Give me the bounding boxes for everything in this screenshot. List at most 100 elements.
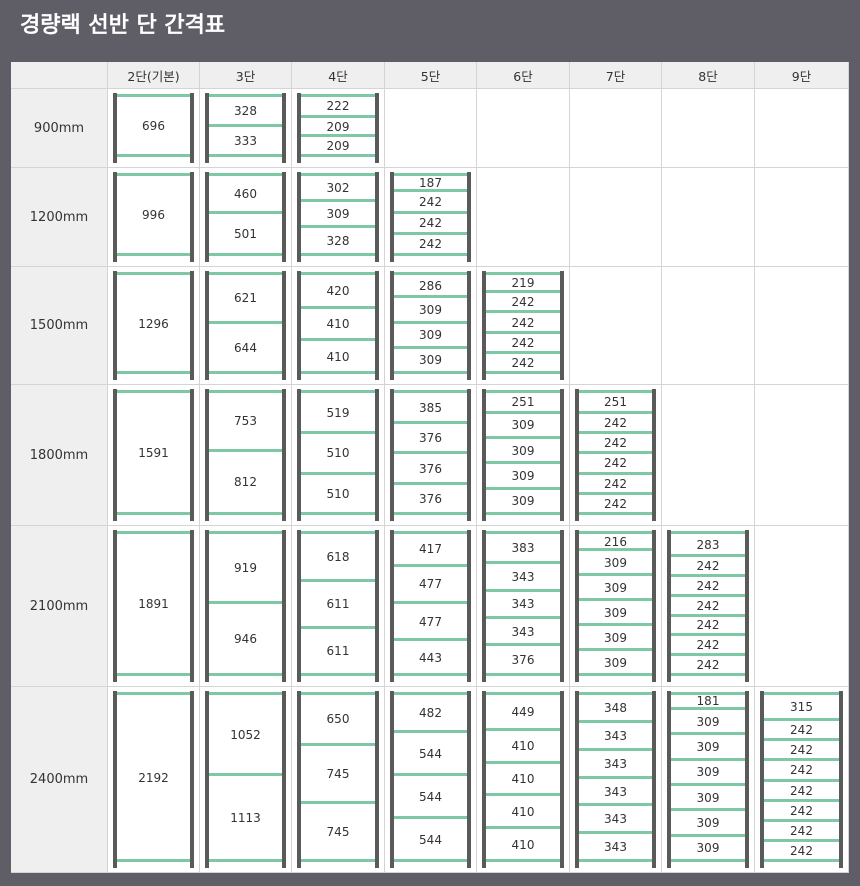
rack-diagram: 1891 [113, 530, 194, 682]
spacing-value: 309 [419, 302, 442, 317]
rack-diagram: 650 745 745 [297, 691, 379, 868]
spacing-value: 309 [696, 765, 720, 780]
spacing-value: 309 [511, 494, 535, 509]
shelf-board [394, 563, 467, 567]
spacing-value: 376 [419, 491, 442, 506]
shelf-board [486, 350, 560, 354]
spacing-value: 222 [326, 99, 350, 114]
spacing-value: 242 [790, 823, 813, 838]
rack-diagram: 996 [113, 172, 194, 262]
spacing-value: 460 [234, 187, 257, 202]
shelf-board [209, 154, 282, 157]
spacing-value: 417 [419, 542, 442, 557]
shelf-board [394, 692, 467, 695]
shelf-board [394, 345, 467, 349]
spacing-value: 383 [511, 541, 535, 556]
spacing-value: 410 [511, 804, 535, 819]
shelf-board [486, 673, 560, 676]
rack-diagram: 1296 [113, 271, 194, 380]
spacing-value: 753 [234, 414, 257, 429]
shelf-board [209, 673, 282, 676]
rack-diagram: 618 611 611 [297, 530, 379, 682]
shelf-board [301, 625, 375, 629]
row-header: 1800mm [11, 385, 107, 525]
rack-post-left [205, 691, 209, 868]
table-cell: 420 410 410 [292, 267, 384, 384]
shelf-board [579, 692, 652, 695]
column-header: 7단 [570, 62, 661, 88]
shelf-board [209, 272, 282, 275]
spacing-value: 242 [790, 763, 813, 778]
shelf-board [671, 613, 745, 617]
table-cell [570, 267, 661, 384]
shelf-board [764, 859, 839, 862]
shelf-board [394, 253, 467, 256]
table-cell: 482 544 544 544 [385, 687, 476, 872]
spacing-value: 309 [511, 418, 535, 433]
shelf-board [301, 253, 375, 256]
shelf-board [671, 808, 745, 812]
shelf-board [579, 859, 652, 862]
spacing-value: 216 [604, 534, 627, 549]
table-cell [755, 385, 848, 525]
shelf-board [671, 732, 745, 736]
spacing-value: 309 [604, 655, 627, 670]
spacing-value: 410 [511, 739, 535, 754]
shelf-board [394, 231, 467, 235]
shelf-board [301, 859, 375, 862]
spacing-value: 309 [419, 328, 442, 343]
shelf-board [394, 859, 467, 862]
table-cell: 216 309 309 309 309 309 [570, 526, 661, 686]
spacing-value: 242 [790, 743, 813, 758]
shelf-board [117, 154, 190, 157]
shelf-board [486, 588, 560, 592]
shelf-board [579, 747, 652, 751]
shelf-board [117, 512, 190, 515]
shelf-board [394, 638, 467, 642]
rack-post-right [282, 530, 286, 682]
rack-post-right [839, 691, 843, 868]
rack-diagram: 460 501 [205, 172, 286, 262]
rack-diagram: 420 410 410 [297, 271, 379, 380]
shelf-board [301, 173, 375, 176]
shelf-board [209, 123, 282, 127]
column-header: 5단 [385, 62, 476, 88]
spacing-value: 410 [326, 316, 350, 331]
shelf-board [486, 512, 560, 515]
spacing-value: 242 [696, 618, 720, 633]
spacing-value: 242 [419, 216, 442, 231]
shelf-board [301, 512, 375, 515]
spacing-value: 309 [511, 468, 535, 483]
shelf-board [394, 320, 467, 324]
spacing-value: 315 [790, 700, 813, 715]
table-cell [755, 267, 848, 384]
rack-diagram: 696 [113, 93, 194, 163]
shelf-board [579, 623, 652, 627]
shelf-board [301, 305, 375, 309]
spacing-value: 443 [419, 650, 442, 665]
spacing-value: 251 [511, 395, 535, 410]
table-cell: 302 309 328 [292, 168, 384, 266]
table-cell: 460 501 [200, 168, 291, 266]
spacing-value: 242 [696, 658, 720, 673]
row-header: 2400mm [11, 687, 107, 872]
shelf-board [209, 320, 282, 324]
shelf-board [579, 573, 652, 577]
table-cell: 286 309 309 309 [385, 267, 476, 384]
shelf-board [394, 730, 467, 734]
rack-diagram: 482 544 544 544 [390, 691, 471, 868]
spacing-value: 242 [790, 843, 813, 858]
rack-diagram: 187 242 242 242 [390, 172, 471, 262]
spacing-value: 242 [604, 456, 627, 471]
spacing-value: 410 [511, 837, 535, 852]
rack-diagram: 621 644 [205, 271, 286, 380]
spacing-value: 343 [604, 812, 627, 827]
shelf-board [394, 512, 467, 515]
rack-post-right [282, 271, 286, 380]
shelf-board [764, 838, 839, 842]
rack-diagram: 219 242 242 242 242 [482, 271, 564, 380]
shelf-board [671, 782, 745, 786]
rack-diagram: 1591 [113, 389, 194, 521]
spacing-value: 242 [696, 578, 720, 593]
shelf-board [486, 435, 560, 439]
